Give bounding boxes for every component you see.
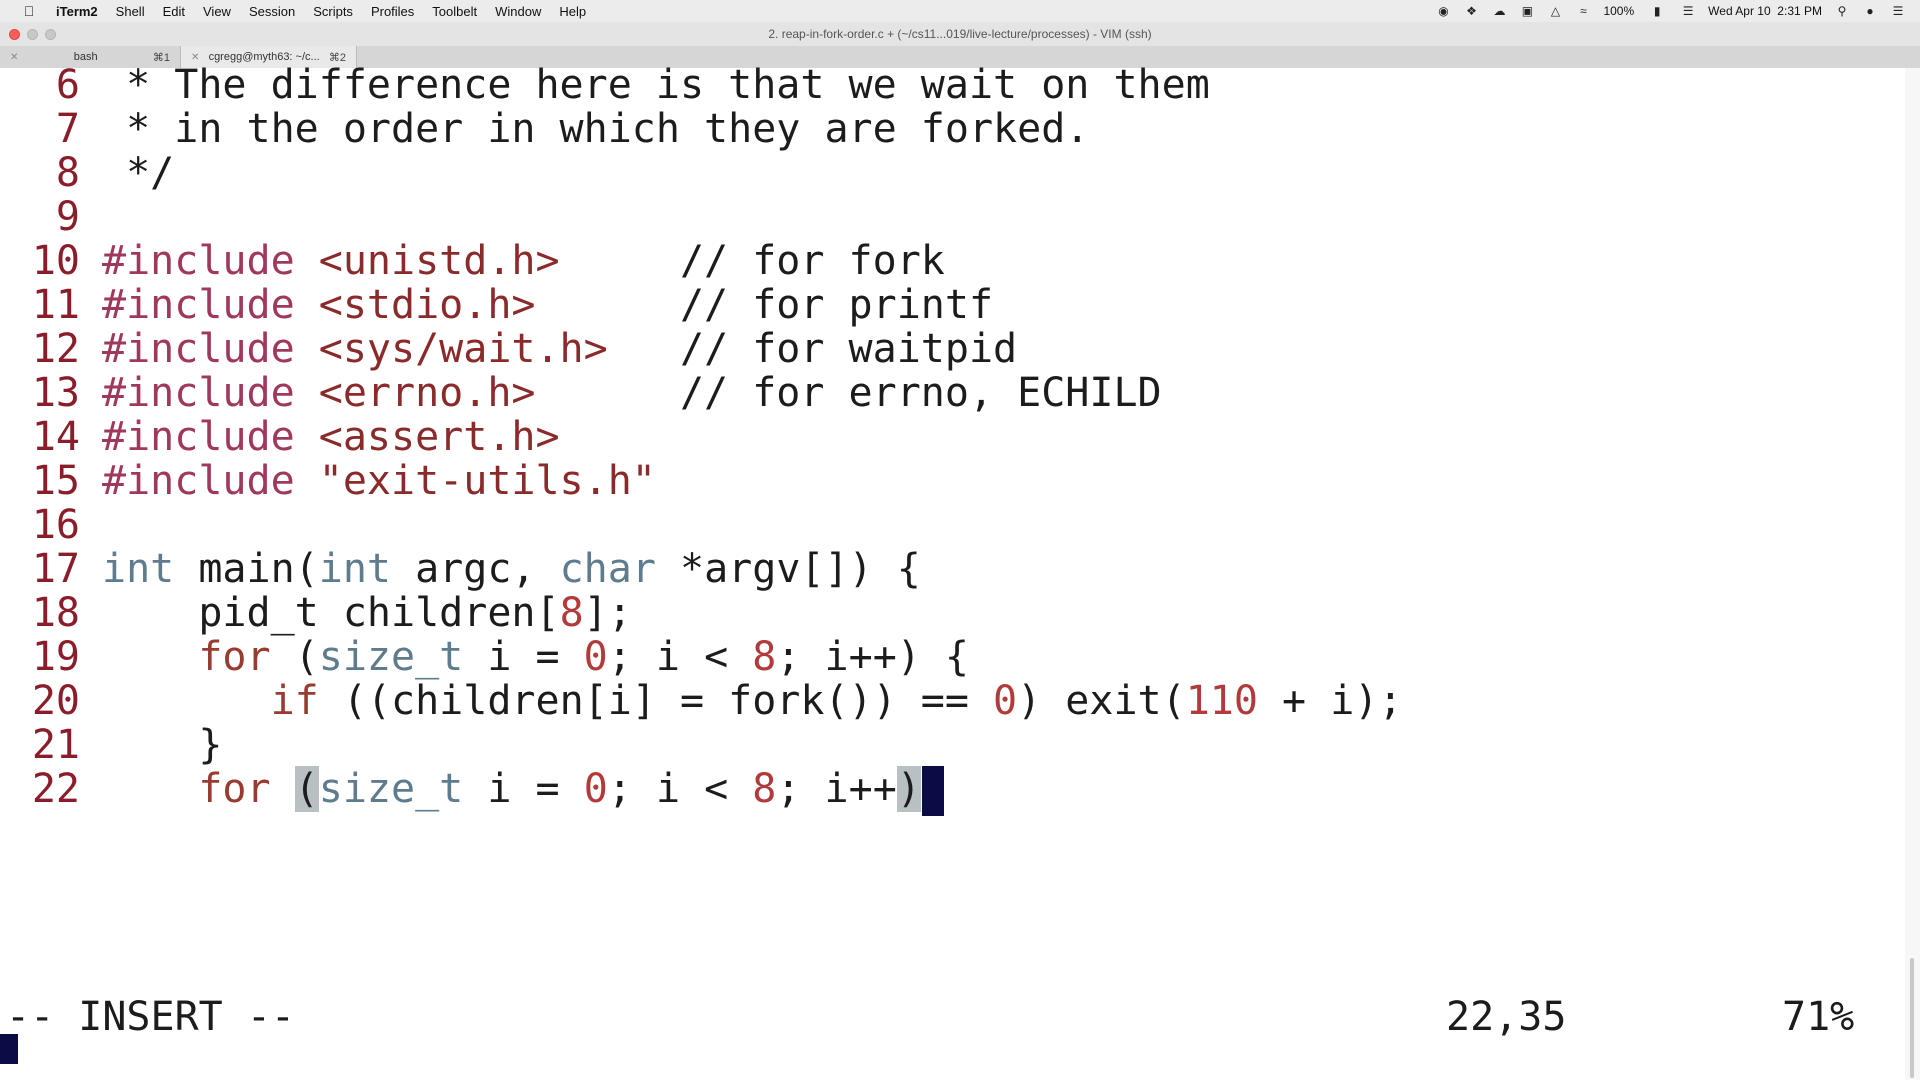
clock[interactable]: Wed Apr 10 2:31 PM [1708, 4, 1822, 18]
dropbox-icon[interactable]: ❖ [1463, 4, 1479, 18]
menu-window[interactable]: Window [495, 4, 541, 19]
code-token: for [198, 766, 271, 812]
code-token: #include [102, 458, 295, 504]
battery-percent: 100% [1603, 4, 1635, 18]
window-titlebar: 2. reap-in-fork-order.c + (~/cs11...019/… [0, 22, 1920, 46]
code-token: "exit-utils.h" [294, 458, 656, 504]
cursor-position: 22,35 [1446, 994, 1567, 1040]
menu-bar:  iTerm2 Shell Edit View Session Scripts… [0, 0, 1920, 23]
vim-status-line: -- INSERT -- 22,35 71% [0, 990, 1905, 1044]
menu-session[interactable]: Session [249, 4, 295, 19]
menu-scripts[interactable]: Scripts [313, 4, 353, 19]
code-token: // for errno, ECHILD [535, 370, 1162, 416]
vim-editor[interactable]: 6 * The difference here is that we wait … [0, 62, 1905, 1080]
menu-view[interactable]: View [203, 4, 231, 19]
airplay-icon[interactable]: △ [1547, 4, 1563, 18]
line-number: 22 [31, 766, 80, 812]
screen-icon[interactable]: ▣ [1519, 4, 1535, 18]
search-icon[interactable]: ⚲ [1834, 4, 1850, 18]
status-area: ◉ ❖ ☁ ▣ △ ≈ 100% ▮ ☰ Wed Apr 10 2:31 PM … [1435, 0, 1906, 22]
code-token: 110 [1185, 678, 1258, 724]
code-token: ((children[i] = fork()) == [318, 678, 994, 724]
cloud-icon[interactable]: ☁ [1491, 4, 1507, 18]
minimize-window-button[interactable] [27, 28, 38, 40]
menu-toolbelt[interactable]: Toolbelt [432, 4, 477, 19]
scroll-percent: 71% [1782, 994, 1855, 1040]
code-token: if [270, 678, 319, 724]
code-token: i = [463, 766, 584, 812]
matching-paren: ( [294, 766, 319, 812]
code-line[interactable]: 22 for (size_t i = 0; i < 8; i++) [0, 762, 944, 816]
code-token: *argv[]) { [655, 546, 921, 592]
record-icon[interactable]: ◉ [1435, 4, 1451, 18]
battery-icon[interactable]: ▮ [1646, 4, 1668, 18]
wifi-icon[interactable]: ≈ [1575, 4, 1591, 18]
notification-center-icon[interactable]: ☰ [1890, 4, 1906, 18]
code-token: ; i < [607, 766, 753, 812]
code-token: 8 [752, 766, 777, 812]
menu-shell[interactable]: Shell [116, 4, 145, 19]
menu-help[interactable]: Help [559, 4, 586, 19]
siri-icon[interactable]: ● [1862, 4, 1878, 18]
code-token: + i); [1257, 678, 1403, 724]
code-token: size_t [318, 766, 464, 812]
scrollbar[interactable] [1905, 68, 1920, 1080]
code-token: ) exit( [1017, 678, 1186, 724]
code-token: * in the order in which they are forked. [102, 106, 1090, 152]
code-token: ; i++ [776, 766, 897, 812]
code-token: 0 [583, 766, 608, 812]
code-token: */ [102, 150, 175, 196]
zoom-window-button[interactable] [45, 28, 56, 40]
text-cursor [921, 766, 944, 816]
menu-app-iterm2[interactable]: iTerm2 [56, 4, 98, 19]
apple-icon[interactable]:  [20, 3, 38, 19]
menu-profiles[interactable]: Profiles [371, 4, 414, 19]
terminal-cursor-block [0, 1034, 18, 1064]
window-title: 2. reap-in-fork-order.c + (~/cs11...019/… [768, 27, 1152, 41]
vim-mode: -- INSERT -- [6, 994, 295, 1040]
scrollbar-thumb[interactable] [1910, 958, 1914, 1078]
close-window-button[interactable] [9, 28, 20, 40]
code-token: 0 [993, 678, 1018, 724]
window-controls [9, 28, 56, 40]
matching-paren: ) [896, 766, 921, 812]
menu-edit[interactable]: Edit [163, 4, 185, 19]
list-icon[interactable]: ☰ [1680, 4, 1696, 18]
